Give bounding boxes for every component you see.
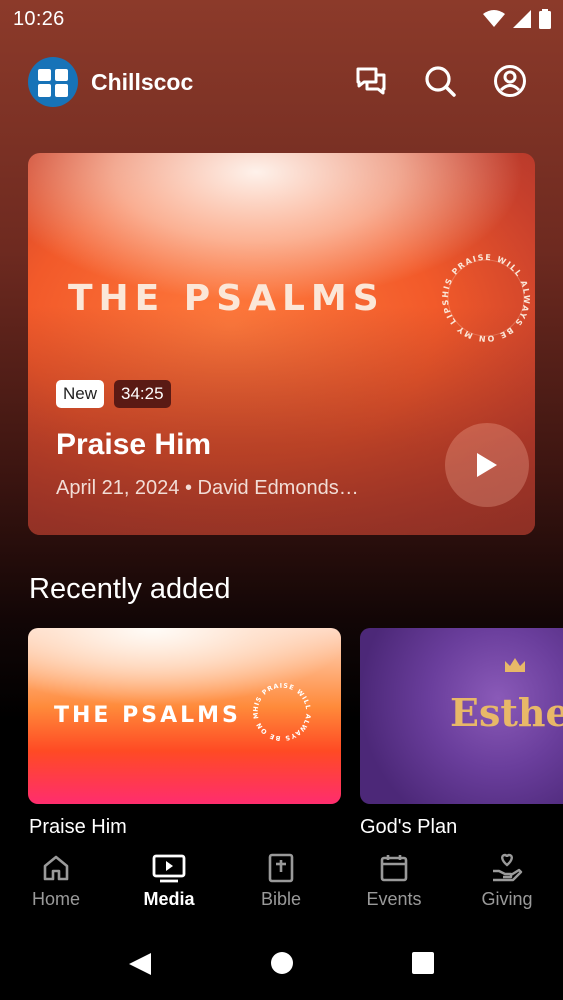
app-title: Chillscoc (91, 69, 194, 95)
card-artwork-title: THE PSALMS (54, 703, 241, 728)
search-icon[interactable] (423, 64, 457, 98)
hero-meta: April 21, 2024 • David Edmonds… (56, 477, 359, 499)
gift-logo-icon (38, 69, 68, 97)
app-header: Chillscoc (0, 52, 563, 110)
back-icon[interactable] (127, 951, 153, 977)
crown-icon (505, 658, 525, 672)
home-circle-icon[interactable] (270, 951, 294, 975)
system-navigation-bar (0, 925, 563, 1000)
status-time: 10:26 (13, 8, 65, 30)
wifi-icon (483, 10, 505, 27)
card-artwork-title: Esther (450, 690, 563, 735)
play-button[interactable] (445, 423, 529, 507)
nav-home[interactable]: Home (0, 853, 112, 910)
nav-media-label: Media (143, 889, 195, 909)
nav-media[interactable]: Media (113, 853, 225, 910)
hero-badges: New 34:25 (56, 380, 171, 408)
recently-added-heading: Recently added (29, 573, 231, 605)
nav-bible[interactable]: Bible (225, 853, 337, 910)
card-artwork-ring: HIS PRAISE WILL ALWAYS BE ON MY LIPS (250, 680, 312, 742)
nav-bible-label: Bible (260, 889, 302, 909)
signal-icon (513, 10, 531, 28)
svg-text:HIS PRAISE WILL ALWAYS BE ON M: HIS PRAISE WILL ALWAYS BE ON MY LIPS (441, 253, 531, 343)
new-badge: New (56, 380, 105, 408)
hero-artwork-ring: HIS PRAISE WILL ALWAYS BE ON MY LIPS (441, 253, 531, 343)
featured-media-card[interactable]: THE PSALMS HIS PRAISE WILL ALWAYS BE ON … (28, 153, 535, 535)
card-label-praise-him: Praise Him (29, 816, 127, 838)
bible-icon (268, 853, 294, 883)
home-icon (43, 855, 69, 881)
church-logo[interactable] (28, 57, 78, 107)
giving-icon (493, 853, 523, 882)
card-ring-text: HIS PRAISE WILL ALWAYS BE ON MY LIPS (250, 680, 311, 742)
calendar-icon (380, 855, 408, 882)
nav-home-label: Home (31, 889, 80, 909)
duration-badge: 34:25 (114, 380, 171, 408)
account-icon[interactable] (493, 64, 527, 98)
nav-events[interactable]: Events (338, 853, 450, 910)
chat-icon[interactable] (354, 64, 388, 98)
recents-icon[interactable] (411, 951, 435, 975)
media-card-praise-him[interactable]: THE PSALMS HIS PRAISE WILL ALWAYS BE ON … (28, 628, 341, 804)
media-icon (152, 854, 186, 883)
battery-icon (539, 9, 551, 29)
nav-giving-label: Giving (481, 889, 533, 909)
nav-giving[interactable]: Giving (451, 853, 563, 910)
card-label-gods-plan: God's Plan (360, 816, 458, 838)
hero-artwork-title: THE PSALMS (68, 278, 385, 319)
status-icons (483, 9, 551, 29)
hero-artwork: THE PSALMS HIS PRAISE WILL ALWAYS BE ON … (68, 253, 530, 358)
app-screen: 10:26 Chillscoc THE PSALMS HIS PRAISE WI… (0, 0, 563, 1000)
hero-title: Praise Him (56, 428, 212, 461)
bottom-navigation: Home Media Bible Events Giving (0, 845, 563, 925)
media-card-gods-plan[interactable]: Esther (360, 628, 563, 804)
status-bar: 10:26 (0, 0, 563, 38)
nav-events-label: Events (366, 889, 422, 909)
svg-text:HIS PRAISE WILL ALWAYS BE ON M: HIS PRAISE WILL ALWAYS BE ON MY LIPS (250, 680, 312, 742)
play-icon (477, 453, 497, 477)
hero-ring-text: HIS PRAISE WILL ALWAYS BE ON MY LIPS (441, 253, 530, 343)
